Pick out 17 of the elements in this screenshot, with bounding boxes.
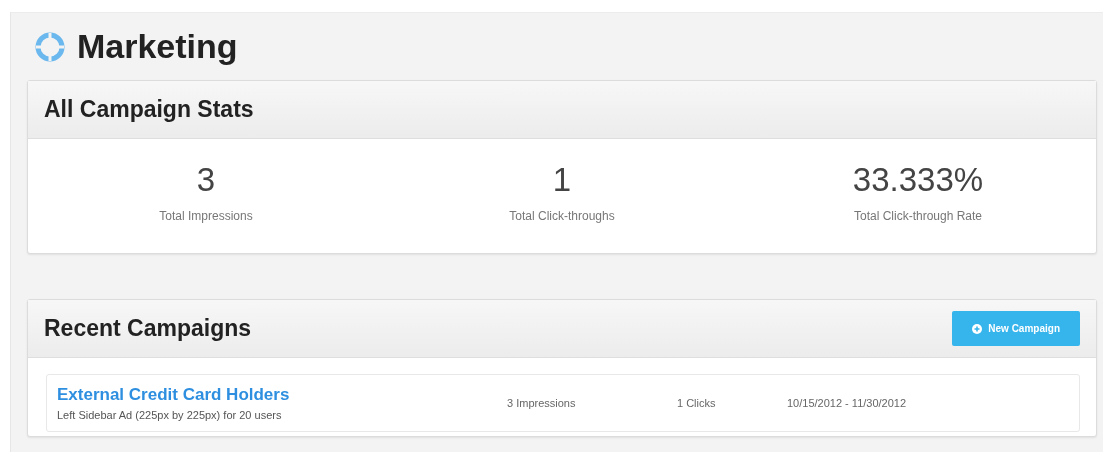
- new-campaign-button[interactable]: New Campaign: [952, 311, 1080, 346]
- campaign-description: Left Sidebar Ad (225px by 225px) for 20 users: [57, 409, 283, 421]
- date-range: 10/15/2012 - 11/30/2012: [787, 397, 908, 409]
- campaign-link[interactable]: External Credit Card Holders: [57, 385, 290, 405]
- panel-title: Recent Campaigns: [44, 315, 252, 342]
- crosshair-icon: [35, 31, 65, 62]
- clicks-count: 1 Clicks: [677, 397, 717, 409]
- impressions-count: 3 Impressions: [507, 397, 577, 409]
- stat-value: 3: [196, 161, 216, 199]
- stat-value: 33.333%: [852, 161, 984, 199]
- stat-label: Total Click-throughs: [509, 209, 615, 223]
- page-title: Marketing: [77, 27, 238, 66]
- plus-circle-icon: [972, 323, 983, 334]
- stat-value: 1: [552, 161, 572, 199]
- panel-title: All Campaign Stats: [44, 96, 254, 123]
- stat-label: Total Click-through Rate: [853, 209, 983, 223]
- stat-label: Total Impressions: [159, 209, 253, 223]
